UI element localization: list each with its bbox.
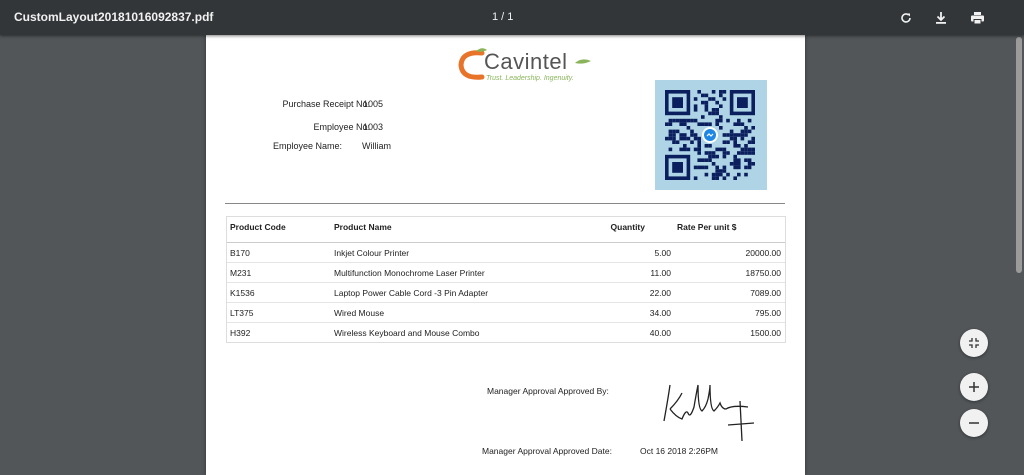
rotate-icon — [901, 13, 911, 23]
rate: 7089.00 — [750, 288, 781, 298]
products-table: Product Code Product Name Quantity Rate … — [226, 216, 786, 343]
product-code: H392 — [230, 328, 251, 338]
download-button[interactable] — [932, 9, 950, 27]
product-code: M231 — [230, 268, 252, 278]
company-logo: Cavintel Trust. Leadership. Ingenuity. — [456, 47, 606, 87]
header-product-code: Product Code — [230, 222, 286, 232]
quantity: 22.00 — [649, 288, 671, 298]
header-rate: Rate Per unit $ — [677, 222, 737, 232]
table-row: B170 Inkjet Colour Printer 5.00 20000.00 — [227, 243, 785, 263]
table-row: H392 Wireless Keyboard and Mouse Combo 4… — [227, 323, 785, 342]
download-icon — [936, 12, 946, 24]
header-product-name: Product Name — [334, 222, 392, 232]
page-indicator: 1 / 1 — [492, 11, 514, 23]
vertical-scrollbar[interactable] — [1014, 35, 1024, 465]
table-header-row: Product Code Product Name Quantity Rate … — [227, 217, 785, 243]
employee-name-value: William — [362, 141, 391, 151]
rate: 795.00 — [755, 308, 781, 318]
product-name: Inkjet Colour Printer — [334, 248, 410, 258]
logo-tagline: Trust. Leadership. Ingenuity. — [486, 75, 574, 82]
purchase-receipt-value: 1005 — [363, 99, 384, 109]
purchase-receipt-label: Purchase Receipt No: — [282, 99, 370, 109]
table-row: LT375 Wired Mouse 34.00 795.00 — [227, 303, 785, 323]
fit-page-button[interactable] — [960, 329, 988, 357]
logo-leaf-icon — [575, 59, 591, 64]
approved-date-label: Manager Approval Approved Date: — [482, 446, 612, 456]
quantity: 11.00 — [650, 268, 671, 278]
employee-no-value: 1003 — [363, 122, 384, 132]
print-icon — [970, 12, 984, 25]
signature-icon — [663, 384, 755, 442]
zoom-in-icon — [969, 382, 979, 392]
pdf-toolbar: CustomLayout20181016092837.pdf 1 / 1 — [0, 0, 1024, 35]
qr-code — [655, 80, 767, 190]
product-code: K1536 — [230, 288, 255, 298]
table-row: M231 Multifunction Monochrome Laser Prin… — [227, 263, 785, 283]
employee-name-label: Employee Name: — [272, 141, 342, 151]
fit-page-icon — [969, 338, 979, 348]
qr-code-icon — [665, 90, 755, 180]
approved-date-value: Oct 16 2018 2:26PM — [640, 446, 718, 456]
quantity: 34.00 — [649, 308, 671, 318]
zoom-in-button[interactable] — [960, 373, 988, 401]
product-name: Wireless Keyboard and Mouse Combo — [334, 328, 480, 338]
divider — [225, 203, 785, 204]
header-quantity: Quantity — [610, 222, 645, 232]
zoom-out-icon — [969, 422, 979, 424]
rate: 20000.00 — [745, 248, 781, 258]
product-name: Laptop Power Cable Cord -3 Pin Adapter — [334, 288, 489, 298]
approved-by-label: Manager Approval Approved By: — [487, 386, 609, 396]
rate: 18750.00 — [745, 268, 781, 278]
product-name: Multifunction Monochrome Laser Printer — [334, 268, 485, 278]
print-button[interactable] — [968, 9, 986, 27]
rate: 1500.00 — [750, 328, 781, 338]
zoom-out-button[interactable] — [960, 409, 988, 437]
employee-no-label: Employee No: — [313, 122, 370, 132]
rotate-button[interactable] — [897, 9, 915, 27]
quantity: 5.00 — [654, 248, 671, 258]
pdf-page: Cavintel Trust. Leadership. Ingenuity. P… — [206, 35, 805, 475]
file-name: CustomLayout20181016092837.pdf — [14, 10, 214, 24]
signature — [658, 379, 758, 449]
scroll-thumb[interactable] — [1016, 37, 1022, 273]
table-row: K1536 Laptop Power Cable Cord -3 Pin Ada… — [227, 283, 785, 303]
quantity: 40.00 — [649, 328, 671, 338]
product-name: Wired Mouse — [334, 308, 385, 318]
logo-name: Cavintel — [484, 49, 568, 74]
product-code: B170 — [230, 248, 250, 258]
product-code: LT375 — [230, 308, 254, 318]
